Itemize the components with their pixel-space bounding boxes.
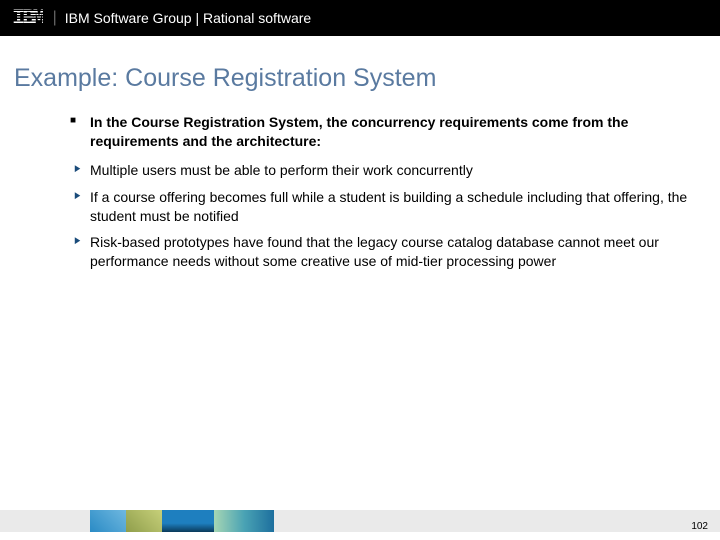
slide-title: Example: Course Registration System	[0, 36, 720, 113]
ibm-logo: IBM	[12, 6, 53, 31]
slide-content: In the Course Registration System, the c…	[0, 113, 720, 271]
footer-bar	[0, 508, 720, 534]
lead-bullet: In the Course Registration System, the c…	[90, 113, 690, 151]
footer-graphics	[0, 510, 274, 532]
header-bar: IBM | IBM Software Group | Rational soft…	[0, 0, 720, 36]
header-separator: |	[53, 9, 65, 27]
sub-bullet: Risk-based prototypes have found that th…	[90, 233, 690, 271]
page-number: 102	[691, 521, 708, 532]
header-text: IBM Software Group | Rational software	[65, 10, 311, 26]
sub-bullet: If a course offering becomes full while …	[90, 188, 690, 226]
sub-bullet: Multiple users must be able to perform t…	[90, 161, 690, 180]
